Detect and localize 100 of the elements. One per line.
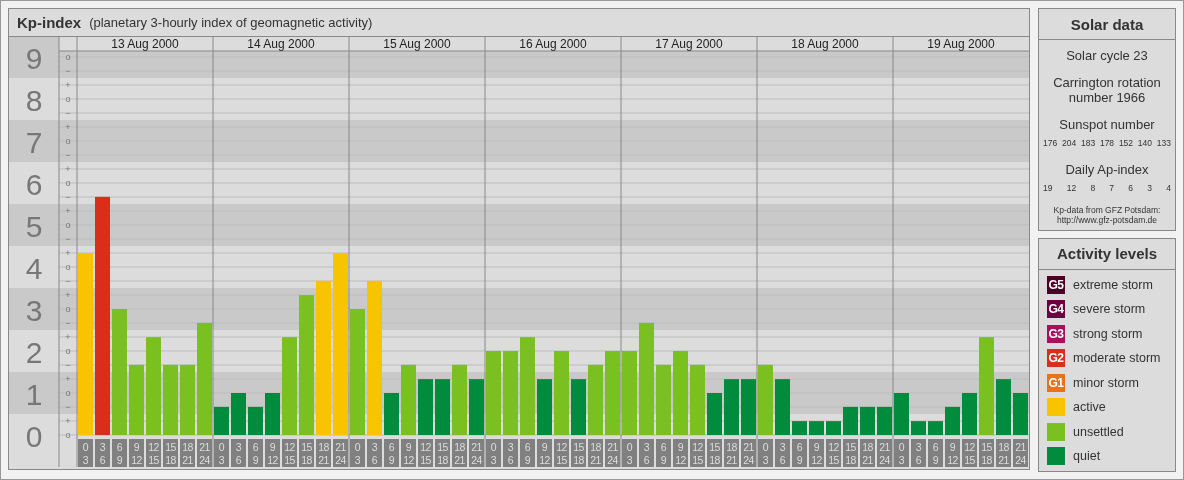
time-range-label: 21 24 xyxy=(469,439,484,467)
time-range-label: 15 18 xyxy=(435,439,450,467)
scale-mark-label: o xyxy=(65,94,71,104)
time-range-label: 3 6 xyxy=(503,439,518,467)
date-header: 16 Aug 2000 xyxy=(519,37,587,51)
level-label: moderate storm xyxy=(1073,351,1161,365)
time-range-label: 15 18 xyxy=(299,439,314,467)
x-tick-label: 0 3 xyxy=(82,441,89,466)
kp-level-label: 4 xyxy=(25,252,43,285)
time-range-label: 6 9 xyxy=(384,439,399,467)
sunspot-label: Sunspot number xyxy=(1059,117,1155,132)
x-tick-label: 6 9 xyxy=(252,441,259,466)
x-tick-label: 6 9 xyxy=(932,441,939,466)
kp-bar xyxy=(163,364,178,435)
time-range-label: 0 3 xyxy=(214,439,229,467)
x-tick-label: 0 3 xyxy=(354,441,361,466)
kp-bar xyxy=(231,393,246,435)
scale-mark-label: − xyxy=(65,66,71,76)
solar-cycle-text: Solar cycle 23 xyxy=(1066,48,1148,63)
scale-mark-label: o xyxy=(65,136,71,146)
scale-mark-label: − xyxy=(65,234,71,244)
panel-title: Solar data xyxy=(1039,9,1175,40)
time-range-label: 18 21 xyxy=(316,439,331,467)
scale-mark-label: + xyxy=(65,416,71,426)
scale-mark-label: − xyxy=(65,318,71,328)
time-range-label: 12 15 xyxy=(282,439,297,467)
time-range-label: 9 12 xyxy=(809,439,824,467)
kp-bar xyxy=(418,379,433,435)
kp-bar xyxy=(248,406,263,435)
scale-mark-label: + xyxy=(65,248,71,258)
kp-bar xyxy=(384,393,399,435)
kp-bar xyxy=(707,393,722,435)
x-tick-label: 6 9 xyxy=(116,441,123,466)
scale-mark-label: + xyxy=(65,374,71,384)
kp-bar xyxy=(826,421,841,435)
level-label: unsettled xyxy=(1073,424,1124,439)
kp-bar xyxy=(809,421,824,435)
scale-mark-label: + xyxy=(65,206,71,216)
time-range-label: 3 6 xyxy=(95,439,110,467)
scale-mark-label: o xyxy=(65,52,71,62)
time-range-label: 18 21 xyxy=(996,439,1011,467)
time-range-label: 18 21 xyxy=(452,439,467,467)
scale-mark-label: o xyxy=(65,430,71,440)
carrington-rotation-text: Carrington rotation number 1966 xyxy=(1052,75,1162,105)
kp-bar xyxy=(656,364,671,435)
level-label: severe storm xyxy=(1073,302,1146,316)
time-range-label: 9 12 xyxy=(401,439,416,467)
date-header: 18 Aug 2000 xyxy=(791,37,859,51)
time-range-label: 12 15 xyxy=(554,439,569,467)
level-label: minor storm xyxy=(1073,375,1139,390)
time-range-label: 6 9 xyxy=(248,439,263,467)
kp-level-label: 2 xyxy=(25,336,43,369)
kp-bar xyxy=(911,421,926,435)
kp-bar xyxy=(928,421,943,435)
time-range-label: 0 3 xyxy=(486,439,501,467)
chart-subtitle: (planetary 3-hourly index of geomagnetic activity) xyxy=(89,15,373,30)
kp-bar xyxy=(843,406,858,435)
scale-mark-label: + xyxy=(65,80,71,90)
kp-bar xyxy=(690,364,705,435)
kp-bar xyxy=(877,406,892,435)
kp-bar xyxy=(724,379,739,435)
ap-index-value: 19 xyxy=(1043,183,1053,193)
sunspot-value: 204 xyxy=(1061,138,1077,148)
time-range-label: 9 12 xyxy=(673,439,688,467)
time-range-label: 21 24 xyxy=(1013,439,1028,467)
scale-mark-label: o xyxy=(65,388,71,398)
time-range-label: 21 24 xyxy=(605,439,620,467)
time-range-label: 21 24 xyxy=(197,439,212,467)
kp-level-label: 6 xyxy=(25,168,43,201)
time-range-label: 18 21 xyxy=(860,439,875,467)
level-swatch: G5 xyxy=(1047,275,1065,294)
time-range-label: 21 24 xyxy=(877,439,892,467)
x-tick-label: 6 9 xyxy=(388,441,395,466)
time-range-label: 3 6 xyxy=(639,439,654,467)
scale-mark-label: − xyxy=(65,150,71,160)
time-range-label: 0 3 xyxy=(622,439,637,467)
scale-mark-label: − xyxy=(65,276,71,286)
level-swatch: G3 xyxy=(1047,324,1065,343)
scale-mark-label: − xyxy=(65,192,71,202)
scale-mark-label: − xyxy=(65,360,71,370)
time-range-label: 3 6 xyxy=(231,439,246,467)
level-swatch: G2 xyxy=(1047,349,1065,367)
time-range-label: 9 12 xyxy=(537,439,552,467)
time-range-label: 6 9 xyxy=(112,439,127,467)
kp-bar xyxy=(435,379,450,435)
scale-mark-label: − xyxy=(65,108,71,118)
kp-level-label: 9 xyxy=(25,42,43,75)
time-range-label: 15 18 xyxy=(843,439,858,467)
sunspot-value: 152 xyxy=(1118,138,1134,148)
ap-index-value: 7 xyxy=(1109,183,1115,193)
time-range-label: 12 15 xyxy=(826,439,841,467)
kp-bar xyxy=(588,364,603,435)
kp-level-label: 0 xyxy=(25,420,43,453)
level-label: quiet xyxy=(1073,449,1101,463)
time-range-label: 12 15 xyxy=(962,439,977,467)
time-range-label: 3 6 xyxy=(775,439,790,467)
kp-level-label: 7 xyxy=(25,126,43,159)
x-tick-label: 0 3 xyxy=(218,441,225,466)
kp-bar xyxy=(962,393,977,435)
kp-bar xyxy=(775,379,790,435)
